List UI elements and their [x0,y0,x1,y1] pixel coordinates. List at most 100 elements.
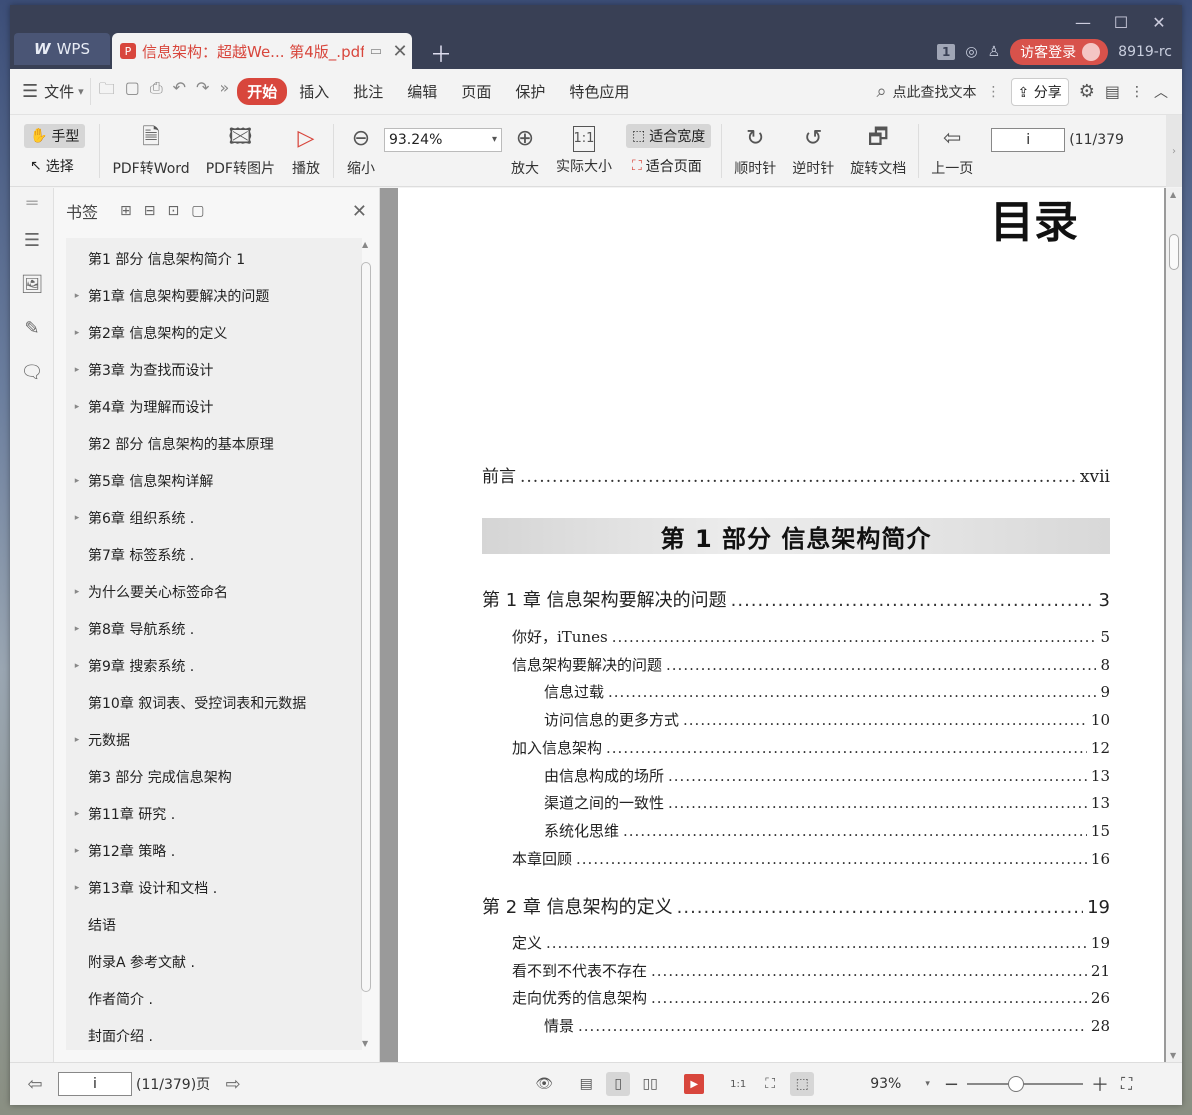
bookmark-scrollbar[interactable]: ▲ ▼ [359,238,373,1050]
zoom-percentage[interactable]: 93% [870,1076,901,1092]
fit-page-button[interactable]: ⛶ 适合页面 [626,154,711,178]
annotation-icon[interactable]: ✎ [10,306,54,350]
bookmark-item[interactable]: ▸ 第12章 策略 . [66,832,362,869]
menu-features[interactable]: 特色应用 [557,81,641,102]
toc-chapter-2[interactable]: 第 2 章 信息架构的定义 19 [482,893,1110,919]
bookmark-item[interactable]: ▸ 第6章 组织系统 . [66,499,362,536]
chevron-down-icon[interactable]: ▾ [925,1079,930,1089]
expand-arrow-icon[interactable]: ▸ [66,735,88,745]
expand-arrow-icon[interactable]: ▸ [66,587,88,597]
toc-entry[interactable]: 由信息构成的场所 13 [544,765,1110,786]
save-icon[interactable]: ▢ [125,78,140,105]
expand-arrow-icon[interactable]: ▸ [66,809,88,819]
bookmark-item[interactable]: ▸ 第5章 信息架构详解 [66,462,362,499]
bookmark-item[interactable]: ▸ 第9章 搜索系统 . [66,647,362,684]
hamburger-icon[interactable]: ☰ [22,81,38,102]
actual-size-icon[interactable]: 1:1 [726,1072,750,1096]
toc-entry[interactable]: 情景 28 [544,1015,1110,1036]
bookmark-item[interactable]: ▸ 第1章 信息架构要解决的问题 [66,277,362,314]
bookmark-settings-icon[interactable]: ▢ [191,203,204,219]
new-tab-icon[interactable]: ＋ [430,37,452,69]
monitor-icon[interactable]: ▭ [370,44,382,59]
expand-arrow-icon[interactable]: ▸ [66,291,88,301]
bookmark-item[interactable]: 封面介绍 . [66,1017,362,1054]
fullscreen-icon[interactable]: ⛶ [1121,1074,1132,1094]
toc-entry[interactable]: 走向优秀的信息架构 26 [512,987,1110,1008]
collapse-all-icon[interactable]: ⊟ [144,203,156,219]
play-icon[interactable]: ▶ [684,1074,705,1094]
comment-panel-icon[interactable]: 🗨 [10,350,54,394]
fit-width-icon[interactable]: ⬚ [790,1072,815,1096]
window-count-badge[interactable]: 1 [937,44,956,60]
bookmark-item[interactable]: ▸ 元数据 [66,721,362,758]
undo-icon[interactable]: ↶ [173,78,186,105]
share-button[interactable]: ⇪ 分享 [1010,77,1069,106]
toc-entry[interactable]: 加入信息架构 12 [512,737,1110,758]
next-page-icon[interactable]: ⇨ [218,1074,248,1095]
tab-close-icon[interactable]: ✕ [388,41,412,62]
comment-icon[interactable]: ▤ [1105,82,1120,101]
gear-icon[interactable]: ⚙ [1079,81,1095,102]
bookmark-item[interactable]: ▸ 第8章 导航系统 . [66,610,362,647]
status-page-input[interactable]: i [58,1072,132,1096]
bookmark-item[interactable]: 作者简介 . [66,980,362,1017]
minimize-icon[interactable]: — [1064,9,1102,35]
select-tool-button[interactable]: ↖ 选择 [24,154,85,178]
bookmark-item[interactable]: ▸ 为什么要关心标签命名 [66,573,362,610]
pdf-to-word-button[interactable]: 🗎 PDF转Word [104,124,197,178]
document-scrollbar[interactable]: ▲ ▼ [1166,188,1182,1062]
document-view[interactable]: 目录 前言 xvii 第 1 部分 信息架构简介 第 1 章 信息架构要解决的问… [380,188,1182,1062]
open-folder-icon[interactable]: 🗀 [99,78,115,105]
print-icon[interactable]: ⎙ [150,78,163,105]
bookmark-item[interactable]: ▸ 第11章 研究 . [66,795,362,832]
zoom-minus-icon[interactable]: − [944,1074,959,1095]
bookmark-item[interactable]: 第2 部分 信息架构的基本原理 [66,425,362,462]
expand-arrow-icon[interactable]: ▸ [66,513,88,523]
bookmark-item[interactable]: ▸ 第4章 为理解而设计 [66,388,362,425]
chevron-down-icon[interactable]: ▾ [78,85,84,98]
tab-document[interactable]: P 信息架构：超越We... 第4版_.pdf ▭ ✕ [112,33,412,69]
continuous-view-icon[interactable]: ▤ [574,1072,598,1096]
toc-entry[interactable]: 看不到不代表不存在 21 [512,960,1110,981]
maximize-icon[interactable]: ☐ [1102,9,1140,35]
collapse-ribbon-icon[interactable]: ︿ [1154,82,1168,102]
redo-icon[interactable]: ↷ [196,78,209,105]
bookmark-item[interactable]: ▸ 第2章 信息架构的定义 [66,314,362,351]
expand-arrow-icon[interactable]: ▸ [66,661,88,671]
bookmark-item[interactable]: 第7章 标签系统 . [66,536,362,573]
double-page-icon[interactable]: ▯▯ [638,1072,662,1096]
skin-icon[interactable]: ♙ [988,44,1001,60]
scrollbar-thumb[interactable] [1169,234,1179,270]
expand-arrow-icon[interactable]: ▸ [66,883,88,893]
page-number-input[interactable]: i [991,127,1066,152]
expand-arrow-icon[interactable]: ▸ [66,402,88,412]
toc-entry[interactable]: 信息过载 9 [544,681,1110,702]
expand-arrow-icon[interactable]: ▸ [66,365,88,375]
panel-handle-icon[interactable]: ═ [10,188,54,218]
bookmark-item[interactable]: 第3 部分 完成信息架构 [66,758,362,795]
toc-entry[interactable]: 你好，iTunes 5 [512,626,1110,647]
more-options-icon[interactable]: ⋮ [1130,84,1144,100]
toc-chapter-1[interactable]: 第 1 章 信息架构要解决的问题 3 [482,586,1110,612]
fit-width-button[interactable]: ⬚ 适合宽度 [625,123,712,148]
expand-arrow-icon[interactable]: ▸ [66,846,88,856]
bookmark-item[interactable]: 第10章 叙词表、受控词表和元数据 [66,684,362,721]
scroll-up-icon[interactable]: ▲ [1170,190,1176,199]
toc-entry-preface[interactable]: 前言 xvii [482,462,1110,487]
previous-page-button[interactable]: ⇦ 上一页 [923,124,981,178]
scrollbar-thumb[interactable] [361,262,371,992]
bookmark-item[interactable]: 第1 部分 信息架构简介 1 [66,240,362,277]
file-menu[interactable]: 文件 [38,81,78,102]
fit-page-icon[interactable]: ⛶ [758,1072,782,1096]
scroll-up-icon[interactable]: ▲ [362,240,368,249]
toc-entry[interactable]: 系统化思维 15 [544,820,1110,841]
menu-protect[interactable]: 保护 [503,81,557,102]
tab-wps-home[interactable]: W WPS [14,33,110,65]
prev-page-icon[interactable]: ⇦ [20,1074,50,1095]
toolbar-scroll-right-icon[interactable]: › [1166,115,1182,187]
zoom-slider[interactable] [966,1076,1083,1092]
close-icon[interactable]: ✕ [1140,9,1178,35]
expand-all-icon[interactable]: ⊞ [120,203,132,219]
zoom-in-button[interactable]: ⊕ 放大 [502,124,548,178]
toc-entry[interactable]: 信息架构要解决的问题 8 [512,654,1110,675]
